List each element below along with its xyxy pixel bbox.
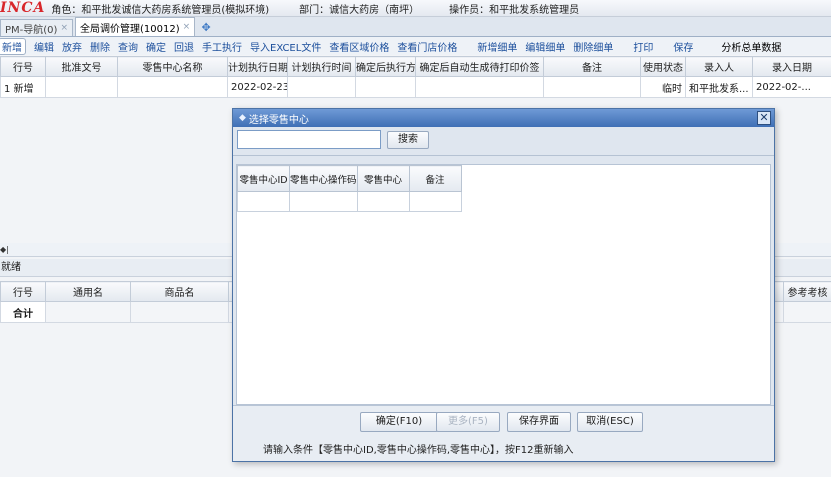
splitter-marker: ◆|	[0, 245, 9, 254]
table-row[interactable]	[237, 191, 462, 212]
view-region-price-button[interactable]: 查看区域价格	[329, 39, 389, 54]
column-header[interactable]: 通用名	[45, 281, 131, 302]
rollback-button[interactable]: 回退	[174, 39, 194, 54]
tab-label: 全局调价管理(10012)	[79, 23, 180, 35]
operator-info: 操作员：和平批发系统管理员	[449, 4, 580, 16]
import-excel-button[interactable]: 导入EXCEL文件	[250, 39, 321, 54]
header-row: 行号 批准文号 零售中心名称 计划执行日期 计划执行时间 确定后执行方式 确定后…	[0, 56, 831, 77]
print-button[interactable]: 打印	[633, 39, 653, 54]
column-header[interactable]: 使用状态	[640, 56, 686, 77]
table-cell[interactable]	[355, 76, 416, 98]
query-button[interactable]: 查询	[118, 39, 138, 54]
app-logo: INCA	[0, 0, 46, 16]
confirm-f10-button[interactable]: 确定(F10)	[360, 412, 438, 432]
column-header[interactable]: 确定后执行方式	[355, 56, 416, 77]
analyze-master-data-button[interactable]: 分析总单数据	[721, 39, 781, 54]
column-header[interactable]: 行号	[0, 281, 46, 302]
confirm-button[interactable]: 确定	[146, 39, 166, 54]
tab-label: PM-导航(0)	[5, 24, 58, 36]
save-button[interactable]: 保存	[673, 39, 693, 54]
toolbar: 新增 编辑 放弃 删除 查询 确定 回退 手工执行 导入EXCEL文件 查看区域…	[0, 37, 831, 55]
close-icon[interactable]: ×	[183, 22, 191, 32]
column-header[interactable]: 行号	[0, 56, 46, 77]
table-cell[interactable]	[543, 76, 641, 98]
column-header[interactable]: 备注	[408, 165, 462, 192]
table-cell[interactable]	[415, 76, 544, 98]
edit-detail-button[interactable]: 编辑细单	[525, 39, 565, 54]
table-cell[interactable]: 2022-02-...	[752, 76, 831, 98]
column-header[interactable]: 录入日期	[752, 56, 831, 77]
table-cell	[783, 301, 831, 323]
column-header[interactable]: 零售中心ID	[237, 165, 290, 192]
column-header[interactable]: 零售中心	[356, 165, 410, 192]
column-header[interactable]: 商品名	[130, 281, 229, 302]
retail-center-list[interactable]: 零售中心ID 零售中心操作码 零售中心 备注	[236, 164, 771, 405]
close-icon[interactable]: ✕	[757, 111, 771, 125]
tab-global-price-adjustment[interactable]: 全局调价管理(10012) ×	[74, 17, 196, 36]
more-f5-button[interactable]: 更多(F5)	[436, 412, 500, 432]
column-header[interactable]: 计划执行时间	[287, 56, 356, 77]
window-icon: ◆	[239, 113, 246, 123]
department-info: 部门：诚信大药房（南坪）	[299, 4, 420, 16]
column-header[interactable]: 备注	[543, 56, 641, 77]
table-cell[interactable]	[45, 76, 118, 98]
new-tab-icon[interactable]: ✥	[197, 19, 215, 36]
input-hint: 请输入条件【零售中心ID,零售中心操作码,零售中心】，按F12重新输入	[263, 445, 574, 456]
search-input[interactable]	[237, 130, 381, 149]
tab-bar: PM-导航(0) × 全局调价管理(10012) × ✥	[0, 17, 831, 37]
add-detail-button[interactable]: 新增细单	[477, 39, 517, 54]
table-cell[interactable]: 临时	[640, 76, 686, 98]
search-button[interactable]: 搜索	[387, 131, 429, 149]
save-layout-button[interactable]: 保存界面	[507, 412, 571, 432]
delete-button[interactable]: 删除	[90, 39, 110, 54]
table-cell	[130, 301, 229, 323]
delete-detail-button[interactable]: 删除细单	[573, 39, 613, 54]
table-cell[interactable]	[287, 76, 356, 98]
retail-center-grid: 零售中心ID 零售中心操作码 零售中心 备注	[237, 165, 462, 212]
dialog-footer: 确定(F10) 更多(F5) 保存界面 取消(ESC) 请输入条件【零售中心ID…	[233, 405, 774, 461]
header-row: 零售中心ID 零售中心操作码 零售中心 备注	[237, 165, 462, 192]
column-header[interactable]: 确定后自动生成待打印价签	[415, 56, 544, 77]
edit-button[interactable]: 编辑	[34, 39, 54, 54]
column-header[interactable]: 零售中心名称	[117, 56, 228, 77]
column-header[interactable]: 参考考核	[783, 281, 831, 302]
column-header[interactable]: 录入人	[685, 56, 753, 77]
table-cell[interactable]	[237, 191, 290, 212]
total-label: 合计	[0, 301, 46, 323]
column-header[interactable]: 计划执行日期	[227, 56, 288, 77]
close-icon[interactable]: ×	[60, 23, 68, 33]
table-cell[interactable]	[408, 191, 462, 212]
table-cell[interactable]	[356, 191, 410, 212]
dialog-title: 选择零售中心	[248, 114, 309, 126]
table-cell[interactable]: 2022-02-23	[227, 76, 288, 98]
table-cell[interactable]: 1 新增	[0, 76, 46, 98]
add-button[interactable]: 新增	[0, 37, 26, 55]
top-info-bar: INCA 角色：和平批发诚信大药房系统管理员(模拟环境) 部门：诚信大药房（南坪…	[0, 0, 831, 17]
manual-execute-button[interactable]: 手工执行	[202, 39, 242, 54]
table-row[interactable]: 1 新增 2022-02-23 临时 和平批发系... 2022-02-...	[0, 76, 831, 98]
master-grid: 行号 批准文号 零售中心名称 计划执行日期 计划执行时间 确定后执行方式 确定后…	[0, 56, 831, 98]
column-header[interactable]: 零售中心操作码	[289, 165, 358, 192]
column-header[interactable]: 批准文号	[45, 56, 118, 77]
select-retail-center-dialog: ◆ 选择零售中心 ✕ 搜索 零售中心ID 零售中心操作码 零售中心 备注 确定(…	[232, 108, 775, 462]
discard-button[interactable]: 放弃	[62, 39, 82, 54]
divider	[233, 155, 774, 156]
table-cell[interactable]	[117, 76, 228, 98]
cancel-esc-button[interactable]: 取消(ESC)	[577, 412, 643, 432]
table-cell	[45, 301, 131, 323]
view-store-price-button[interactable]: 查看门店价格	[397, 39, 457, 54]
table-cell[interactable]	[289, 191, 358, 212]
role-info: 角色：和平批发诚信大药房系统管理员(模拟环境)	[51, 4, 270, 16]
table-cell[interactable]: 和平批发系...	[685, 76, 753, 98]
tab-pm-navigation[interactable]: PM-导航(0) ×	[0, 19, 73, 36]
dialog-title-bar[interactable]: ◆ 选择零售中心	[233, 109, 774, 127]
